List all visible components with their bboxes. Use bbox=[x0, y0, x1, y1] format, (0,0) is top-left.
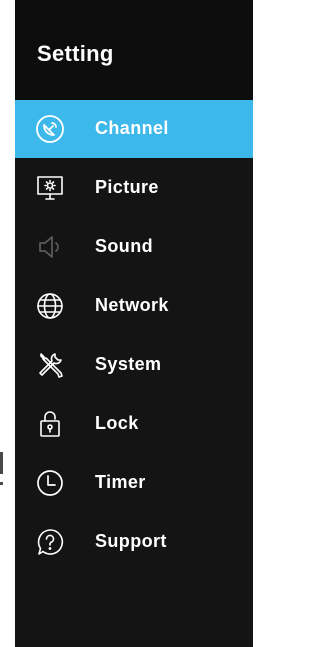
edge-artifact bbox=[0, 452, 4, 492]
menu-item-system[interactable]: System bbox=[15, 336, 253, 394]
menu-item-label: Network bbox=[95, 295, 169, 315]
screen: Setting Channel Picture Sound Network Sy… bbox=[0, 0, 256, 647]
panel-header: Setting bbox=[15, 0, 253, 100]
menu-item-label: System bbox=[95, 354, 162, 374]
menu-item-label: Sound bbox=[95, 236, 153, 256]
menu-item-label: Channel bbox=[95, 118, 169, 138]
menu-item-support[interactable]: Support bbox=[15, 513, 253, 571]
globe-icon bbox=[35, 291, 65, 321]
menu-item-label: Support bbox=[95, 531, 167, 551]
lock-icon bbox=[35, 409, 65, 439]
settings-panel: Setting Channel Picture Sound Network Sy… bbox=[15, 0, 253, 647]
menu-item-channel[interactable]: Channel bbox=[15, 100, 253, 158]
menu-item-picture[interactable]: Picture bbox=[15, 159, 253, 217]
menu-item-lock[interactable]: Lock bbox=[15, 395, 253, 453]
page-title: Setting bbox=[37, 41, 114, 66]
speaker-icon bbox=[35, 232, 65, 262]
tools-icon bbox=[35, 350, 65, 380]
help-bubble-icon bbox=[35, 527, 65, 557]
menu-item-sound[interactable]: Sound bbox=[15, 218, 253, 276]
menu-item-label: Picture bbox=[95, 177, 159, 197]
settings-menu: Channel Picture Sound Network System Loc… bbox=[15, 100, 253, 572]
menu-item-label: Timer bbox=[95, 472, 146, 492]
menu-item-timer[interactable]: Timer bbox=[15, 454, 253, 512]
menu-item-label: Lock bbox=[95, 413, 139, 433]
picture-monitor-icon bbox=[35, 173, 65, 203]
clock-icon bbox=[35, 468, 65, 498]
menu-item-network[interactable]: Network bbox=[15, 277, 253, 335]
satellite-dish-icon bbox=[35, 114, 65, 144]
